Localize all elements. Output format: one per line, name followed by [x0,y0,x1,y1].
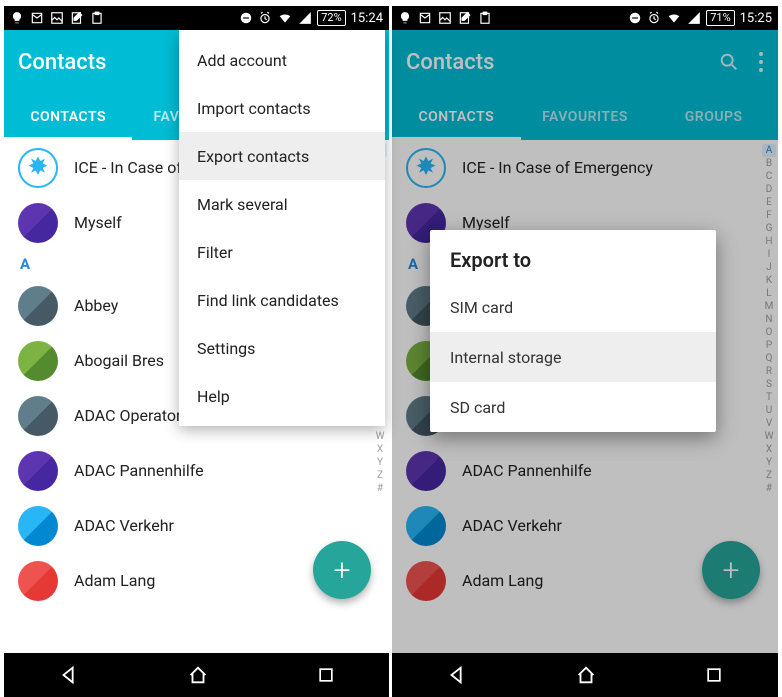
battery-indicator: 72% [317,10,345,26]
alpha-letter[interactable]: Z [373,469,387,482]
menu-item[interactable]: Import contacts [179,84,385,132]
list-item[interactable]: ADAC Pannenhilfe [4,443,389,498]
ice-icon [18,148,58,188]
contact-name: Abbey [74,296,118,315]
phone-right: 71% 15:25 Contacts CONTACTS FAVOURITES G… [392,0,778,697]
contact-name: Abogail Bres [74,351,164,370]
clock-text: 15:24 [351,11,383,26]
dialog-option[interactable]: Internal storage [430,332,716,382]
alpha-letter[interactable]: # [373,482,387,495]
clock-text: 15:25 [740,11,772,26]
home-icon[interactable] [187,664,209,686]
menu-item[interactable]: Add account [179,36,385,84]
contact-avatar [18,451,58,491]
contact-name: ADAC Operator [74,406,181,425]
alpha-letter[interactable]: Y [373,456,387,469]
contact-avatar [18,506,58,546]
contact-avatar [18,341,58,381]
contact-name: ADAC Pannenhilfe [74,461,204,480]
menu-item[interactable]: Help [179,372,385,420]
contact-avatar [18,561,58,601]
bulb-icon [398,11,412,25]
menu-item[interactable]: Filter [179,228,385,276]
recents-icon[interactable] [316,665,336,685]
signal-icon [298,11,312,25]
phone-left: 72% 15:24 Contacts CONTACTS FAVOURITES G… [4,0,390,697]
export-dialog: Export toSIM cardInternal storageSD card [430,230,716,432]
nav-bar [392,653,778,697]
contact-avatar [18,203,58,243]
menu-item[interactable]: Find link candidates [179,276,385,324]
dnd-icon [239,11,253,25]
menu-item[interactable]: Export contacts [179,132,385,180]
clipboard-icon [478,11,492,25]
clipboard-icon [90,11,104,25]
bulb-icon [10,11,24,25]
wifi-icon [666,11,682,25]
dialog-option[interactable]: SIM card [430,282,716,332]
nav-bar [4,653,389,697]
contact-avatar [18,396,58,436]
contact-name: Adam Lang [74,571,155,590]
overflow-menu: Add accountImport contactsExport contact… [179,30,385,426]
contact-name: Myself [74,213,122,232]
menu-item[interactable]: Settings [179,324,385,372]
note-icon [70,11,84,25]
menu-item[interactable]: Mark several [179,180,385,228]
mail-icon [418,11,432,25]
back-icon[interactable] [58,664,80,686]
dialog-title: Export to [430,230,716,282]
image-icon [438,11,452,25]
dnd-icon [628,11,642,25]
contact-name: ADAC Verkehr [74,516,174,535]
note-icon [458,11,472,25]
battery-indicator: 71% [706,10,734,26]
alpha-letter[interactable]: X [373,443,387,456]
home-icon[interactable] [575,664,597,686]
fab-add-contact[interactable]: + [313,541,371,599]
wifi-icon [277,11,293,25]
status-bar: 71% 15:25 [392,6,778,30]
alarm-icon [258,11,272,25]
back-icon[interactable] [446,664,468,686]
alpha-letter[interactable]: W [373,430,387,443]
dialog-option[interactable]: SD card [430,382,716,432]
alarm-icon [647,11,661,25]
mail-icon [30,11,44,25]
recents-icon[interactable] [704,665,724,685]
signal-icon [687,11,701,25]
contact-avatar [18,286,58,326]
app-title: Contacts [18,50,106,75]
tab-contacts[interactable]: CONTACTS [4,94,132,140]
status-bar: 72% 15:24 [4,6,389,30]
image-icon [50,11,64,25]
